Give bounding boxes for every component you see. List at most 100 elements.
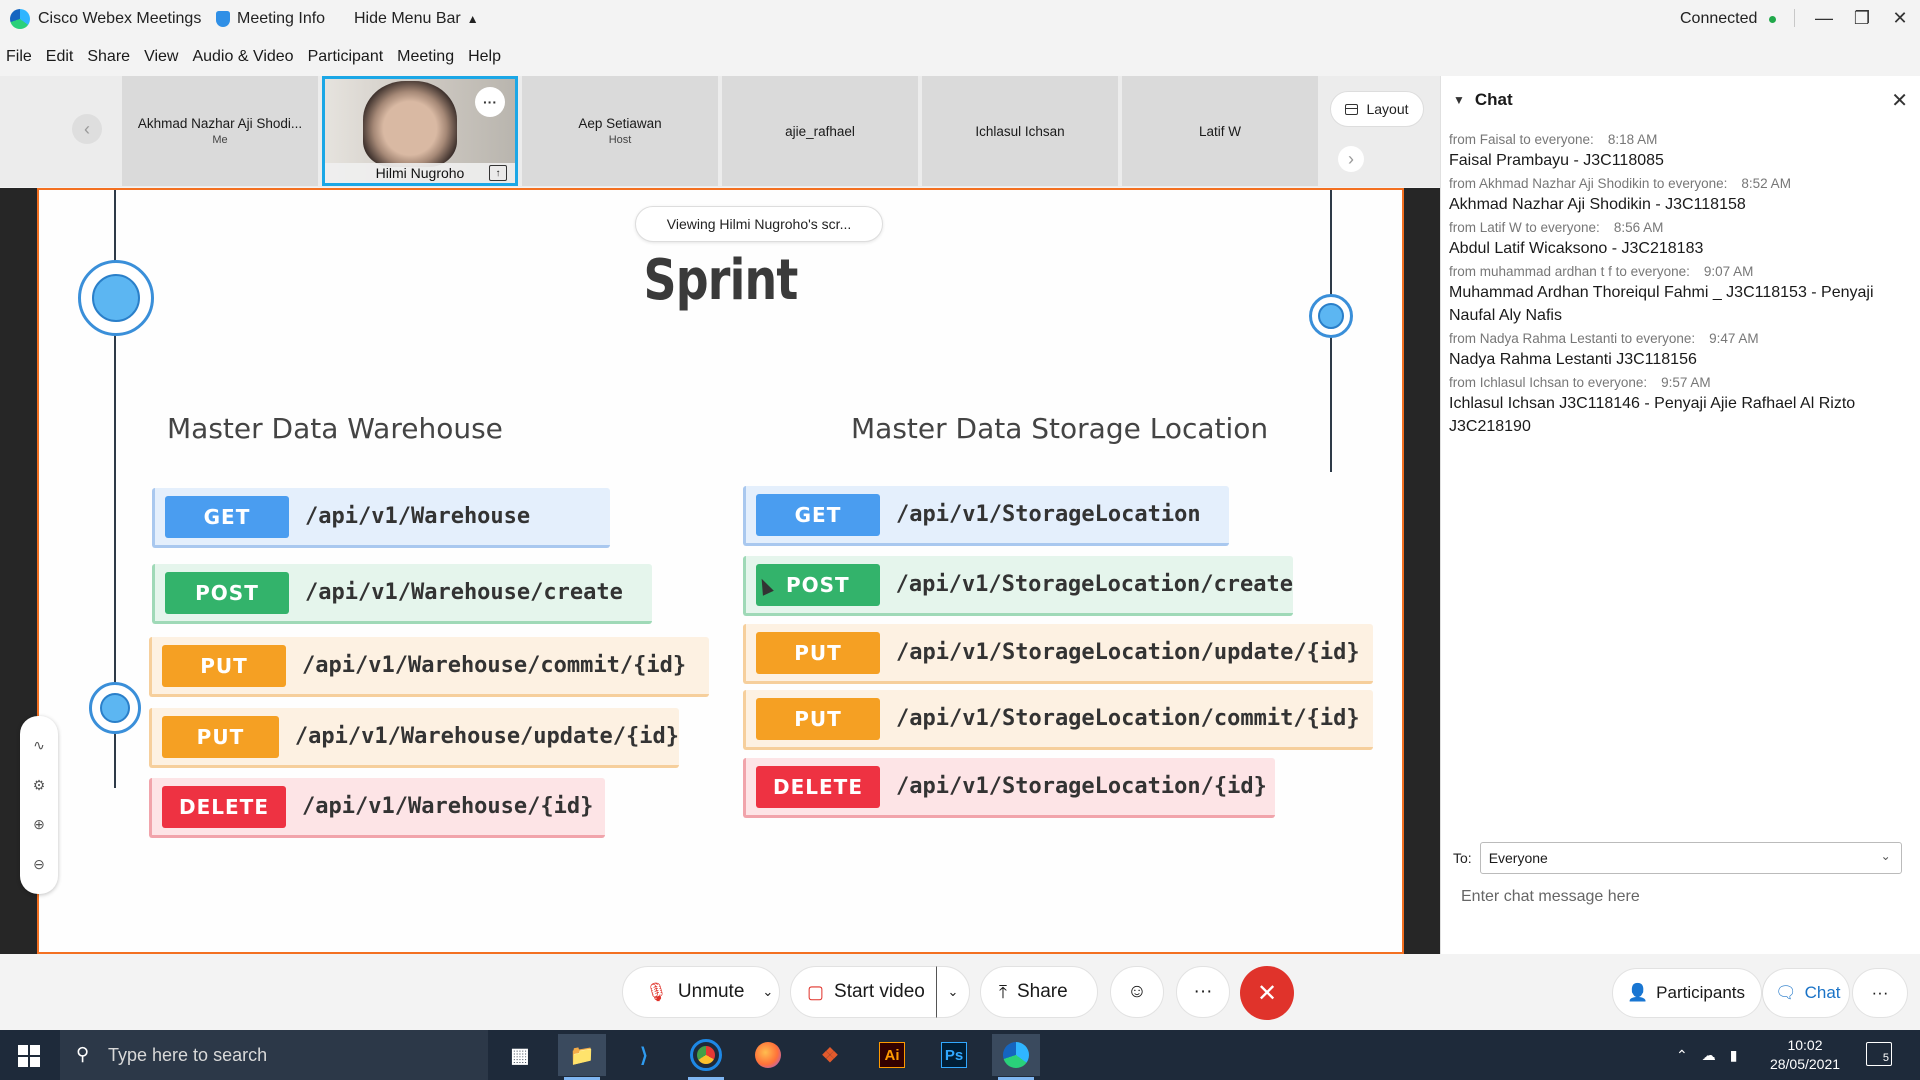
api-path: /api/v1/Warehouse: [305, 504, 531, 529]
message-sender: from Ichlasul Ichsan to everyone:: [1449, 375, 1648, 390]
method-badge: PUT: [756, 631, 880, 674]
menu-audio-video[interactable]: Audio & Video: [192, 48, 293, 66]
chevron-up-icon: ▲: [466, 12, 479, 26]
tray-chevron-up-icon[interactable]: ⌃: [1676, 1047, 1688, 1064]
participant-tile[interactable]: ajie_rafhael: [722, 76, 918, 186]
app-title: Cisco Webex Meetings: [10, 0, 201, 38]
more-options-icon[interactable]: ···: [475, 87, 505, 117]
chrome-icon[interactable]: [682, 1034, 730, 1080]
menu-view[interactable]: View: [144, 48, 178, 66]
participant-role: Host: [608, 134, 632, 146]
participant-tile[interactable]: Aep Setiawan Host: [522, 76, 718, 186]
webex-logo-icon: [10, 9, 30, 29]
annotate-pen-icon[interactable]: ∿: [33, 737, 45, 754]
hide-menu-bar-button[interactable]: Hide Menu Bar ▲: [354, 0, 479, 38]
divider: [1794, 9, 1795, 27]
chat-label: Chat: [1804, 983, 1841, 1002]
strip-next-icon[interactable]: ›: [1338, 146, 1364, 172]
reactions-button[interactable]: ☺: [1110, 966, 1164, 1018]
chat-panel: ▼ Chat ✕ from Faisal to everyone: 8:18 AM…: [1440, 76, 1920, 954]
layout-button[interactable]: Layout: [1330, 91, 1424, 127]
menu-participant[interactable]: Participant: [308, 48, 384, 66]
chevron-down-icon: ⌄: [947, 984, 959, 999]
taskbar-clock[interactable]: 10:02 28/05/2021: [1760, 1036, 1850, 1074]
onedrive-icon[interactable]: ☁: [1702, 1047, 1716, 1064]
video-options-button[interactable]: ⌄: [936, 966, 970, 1018]
photoshop-icon[interactable]: Ps: [930, 1034, 978, 1076]
search-placeholder: Type here to search: [108, 1044, 268, 1065]
game-app-icon[interactable]: ❖: [806, 1034, 854, 1076]
remote-control-icon[interactable]: ⚙: [33, 777, 46, 794]
task-view-icon[interactable]: ▦: [496, 1034, 544, 1076]
menu-file[interactable]: File: [6, 48, 32, 66]
timeline-node-inner: [1318, 303, 1344, 329]
minimize-icon[interactable]: —: [1804, 0, 1844, 36]
participant-tile[interactable]: Ichlasul Ichsan: [922, 76, 1118, 186]
windows-start-icon[interactable]: [18, 1045, 40, 1067]
recipient-select[interactable]: Everyone ⌄: [1479, 842, 1902, 874]
participant-tile[interactable]: Latif W: [1122, 76, 1318, 186]
api-row-post: POST /api/v1/StorageLocation/create: [743, 556, 1293, 616]
chevron-down-icon[interactable]: ⌄: [762, 984, 773, 1000]
webex-logo: [1003, 1042, 1029, 1068]
zoom-out-icon[interactable]: ⊖: [33, 856, 45, 873]
illustrator-icon[interactable]: Ai: [868, 1034, 916, 1076]
connection-status-label: Connected: [1680, 10, 1758, 27]
api-row-put: PUT /api/v1/Warehouse/commit/{id}: [149, 637, 709, 697]
chat-message: from Akhmad Nazhar Aji Shodikin to every…: [1449, 174, 1909, 216]
clock-time: 10:02: [1787, 1037, 1823, 1053]
meeting-controls: 🎙 Unmute ⌄ ▢ Start video ⌄ ⤒ Share ☺ ···…: [0, 954, 1920, 1030]
notification-center-icon[interactable]: 5: [1866, 1042, 1892, 1066]
to-label: To:: [1453, 850, 1472, 866]
menu-edit[interactable]: Edit: [46, 48, 74, 66]
api-path: /api/v1/StorageLocation/create: [895, 572, 1293, 597]
webex-taskbar-icon[interactable]: [992, 1034, 1040, 1080]
chevron-down-icon: ⌄: [1880, 849, 1891, 863]
more-options-button[interactable]: ···: [1176, 966, 1230, 1018]
participant-tile[interactable]: Akhmad Nazhar Aji Shodi... Me: [122, 76, 318, 186]
participants-button[interactable]: 👤 Participants: [1612, 968, 1762, 1018]
panel-more-button[interactable]: ···: [1852, 968, 1908, 1018]
vscode-icon[interactable]: ⟩: [620, 1034, 668, 1076]
api-path: /api/v1/Warehouse/update/{id}: [294, 724, 679, 749]
unmute-label: Unmute: [677, 981, 745, 1002]
zoom-in-icon[interactable]: ⊕: [33, 816, 45, 833]
connection-status: Connected: [1680, 0, 1777, 38]
battery-icon[interactable]: ▮: [1730, 1047, 1738, 1064]
message-text: Nadya Rahma Lestanti J3C118156: [1449, 351, 1697, 368]
file-explorer-icon[interactable]: 📁: [558, 1034, 606, 1080]
restore-icon[interactable]: ❐: [1842, 0, 1882, 36]
chat-button[interactable]: 🗨 Chat: [1762, 968, 1850, 1018]
message-text: Ichlasul Ichsan J3C118146 - Penyaji Ajie…: [1449, 395, 1856, 435]
unmute-button[interactable]: 🎙 Unmute ⌄: [622, 966, 780, 1018]
close-icon[interactable]: ✕: [1891, 88, 1908, 113]
video-name-bar: Hilmi Nugroho: [325, 163, 515, 183]
menu-meeting[interactable]: Meeting: [397, 48, 454, 66]
api-row-get: GET /api/v1/Warehouse: [152, 488, 610, 548]
chat-message-input[interactable]: Enter chat message here: [1461, 888, 1640, 906]
close-window-icon[interactable]: ✕: [1880, 0, 1920, 36]
video-feed: [363, 81, 457, 167]
muted-mic-icon: 🎙: [645, 981, 668, 1002]
meeting-info-button[interactable]: Meeting Info: [216, 0, 325, 38]
participant-name: Ichlasul Ichsan: [975, 123, 1065, 139]
timeline-node-inner: [100, 693, 130, 723]
close-icon: ✕: [1256, 979, 1278, 1007]
recipient-row: To: Everyone ⌄: [1453, 842, 1902, 874]
menu-help[interactable]: Help: [468, 48, 501, 66]
menu-share[interactable]: Share: [87, 48, 130, 66]
participants-label: Participants: [1656, 983, 1745, 1002]
layout-label: Layout: [1366, 101, 1409, 117]
method-badge: DELETE: [756, 765, 880, 808]
active-speaker-tile[interactable]: ··· Hilmi Nugroho ↑: [322, 76, 518, 186]
chat-message-list: from Faisal to everyone: 8:18 AM Faisal P…: [1449, 128, 1909, 438]
firefox-icon[interactable]: [744, 1034, 792, 1076]
chat-header[interactable]: ▼ Chat: [1453, 90, 1513, 110]
share-button[interactable]: ⤒ Share: [980, 966, 1098, 1018]
message-text: Abdul Latif Wicaksono - J3C218183: [1449, 240, 1704, 257]
message-time: 9:07 AM: [1703, 264, 1754, 279]
strip-prev-icon[interactable]: ‹: [72, 114, 102, 144]
leave-meeting-button[interactable]: ✕: [1240, 966, 1294, 1020]
timeline-node-icon: [89, 682, 141, 734]
taskbar-search[interactable]: ⚲ Type here to search: [60, 1030, 488, 1080]
